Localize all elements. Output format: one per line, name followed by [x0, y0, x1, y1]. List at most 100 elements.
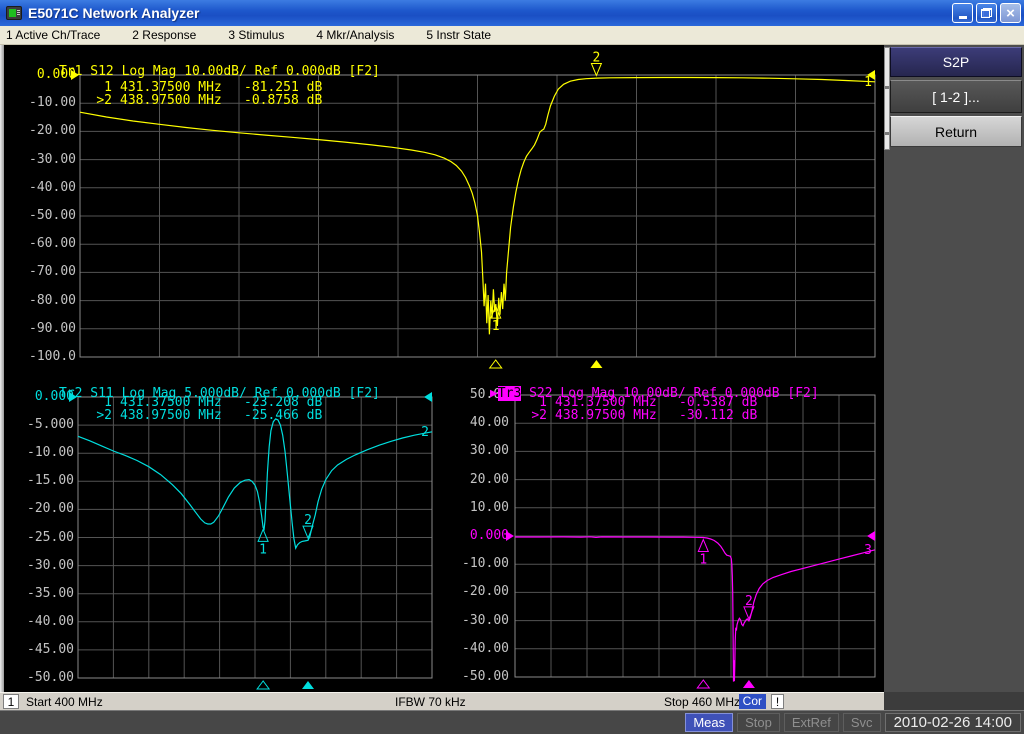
y-axis-label: 20.00 — [439, 472, 509, 487]
e5071c-window: E5071C Network Analyzer × 1 Active Ch/Tr… — [0, 0, 1024, 734]
trace-number-label: 3 — [864, 543, 872, 558]
softkey-sidebar: S2P [ 1-2 ]... Return — [884, 45, 1024, 710]
y-axis-label: -20.00 — [439, 584, 509, 599]
marker-number: >2 — [90, 94, 112, 107]
active-trace-arrow-icon: ▶ — [490, 386, 498, 401]
trace-number-label: 1 — [864, 75, 872, 90]
y-axis-label: -5.000 — [4, 417, 74, 432]
marker-2-number: 2 — [592, 51, 600, 66]
status-extref: ExtRef — [784, 713, 839, 732]
stop-frequency-label: Stop 460 MHz — [664, 695, 740, 709]
marker-readout-tr3: 1431.37500 MHz-0.5387 dB >2438.97500 MHz… — [525, 396, 757, 422]
trace3-name-active: Tr3 — [498, 386, 521, 401]
marker-1-number: 1 — [699, 553, 707, 568]
y-axis-label: -100.0 — [6, 349, 76, 364]
marker-row: >2 438.97500 MHz-0.8758 dB — [90, 94, 322, 107]
y-axis-label: -25.00 — [4, 530, 74, 545]
window-title: E5071C Network Analyzer — [28, 5, 199, 21]
ref-level-right-icon — [867, 531, 875, 541]
marker-1-stimulus-icon[interactable] — [257, 681, 269, 689]
y-axis-label: -90.00 — [6, 321, 76, 336]
trace-number-label: 2 — [421, 425, 429, 440]
restore-button[interactable] — [976, 3, 997, 23]
marker-value: -30.112 dB — [679, 409, 757, 422]
marker-readout-tr2: 1431.37500 MHz-23.208 dB >2438.97500 MHz… — [90, 396, 322, 422]
y-axis-label: -30.00 — [439, 613, 509, 628]
y-axis-label: 0.000 — [439, 528, 509, 543]
marker-readout-tr1: 1431.37500 MHz-81.251 dB >2438.97500 MHz… — [90, 81, 322, 107]
trace1-header-text: Tr1 S12 Log Mag 10.00dB/ Ref 0.000dB [F2… — [59, 64, 380, 79]
y-axis-label: -80.00 — [6, 293, 76, 308]
menu-mkr-analysis[interactable]: 4 Mkr/Analysis — [310, 28, 406, 42]
marker-1-stimulus-icon[interactable] — [697, 680, 709, 688]
y-axis-label: -40.00 — [6, 180, 76, 195]
menu-stimulus[interactable]: 3 Stimulus — [222, 28, 296, 42]
ifbw-label: IFBW 70 kHz — [395, 695, 466, 709]
marker-row: >2438.97500 MHz-25.466 dB — [90, 409, 322, 422]
instrument-taskbar: Meas Stop ExtRef Svc 2010-02-26 14:00 — [0, 710, 1024, 734]
y-axis-label: -15.00 — [4, 473, 74, 488]
marker-row: >2 438.97500 MHz-30.112 dB — [525, 409, 757, 422]
marker-2-stimulus-icon[interactable] — [590, 360, 602, 368]
alert-badge: ! — [771, 694, 784, 709]
marker-value: -25.466 dB — [244, 409, 322, 422]
start-frequency-label: Start 400 MHz — [26, 695, 103, 709]
close-icon: × — [1006, 6, 1015, 21]
softkey-s2p[interactable]: S2P — [890, 47, 1022, 77]
title-bar: E5071C Network Analyzer × — [0, 0, 1024, 26]
y-axis-label: -40.00 — [4, 614, 74, 629]
y-axis-label: -40.00 — [439, 641, 509, 656]
menu-instr-state[interactable]: 5 Instr State — [420, 28, 503, 42]
softkey-1-2[interactable]: [ 1-2 ]... — [890, 80, 1022, 113]
app-icon — [6, 6, 22, 20]
status-meas: Meas — [685, 713, 733, 732]
status-bar-filler — [884, 692, 1024, 710]
y-axis-label: -20.00 — [4, 501, 74, 516]
marker-2-number: 2 — [304, 513, 312, 528]
correction-badge: Cor — [739, 694, 766, 709]
channel-number-badge: 1 — [3, 694, 19, 709]
y-axis-label: -10.00 — [439, 556, 509, 571]
menu-bar: 1 Active Ch/Trace 2 Response 3 Stimulus … — [0, 26, 1024, 45]
y-axis-label: -70.00 — [6, 264, 76, 279]
clock: 2010-02-26 14:00 — [885, 713, 1021, 732]
marker-number: >2 — [525, 409, 547, 422]
marker-value: -0.8758 dB — [244, 94, 322, 107]
marker-2-stimulus-icon[interactable] — [302, 681, 314, 689]
minimize-icon — [959, 16, 967, 19]
status-stop: Stop — [737, 713, 780, 732]
y-axis-label: 10.00 — [439, 500, 509, 515]
close-button[interactable]: × — [1000, 3, 1021, 23]
y-axis-label: -50.00 — [6, 208, 76, 223]
y-axis-label: -35.00 — [4, 586, 74, 601]
marker-frequency: 438.97500 MHz — [555, 409, 677, 422]
analyzer-screen: 1 2 1 1 2 2 1 2 3 Tr1 S12 Log Mag 10.00dB/ Ref 0… — [0, 45, 884, 692]
softkey-return[interactable]: Return — [890, 116, 1022, 147]
y-axis-label: -10.00 — [6, 95, 76, 110]
marker-1-number: 1 — [259, 542, 267, 557]
minimize-button[interactable] — [952, 3, 973, 23]
marker-frequency: 438.97500 MHz — [120, 94, 242, 107]
y-axis-label: 40.00 — [439, 415, 509, 430]
y-axis-label: -30.00 — [4, 558, 74, 573]
menu-active-ch-trace[interactable]: 1 Active Ch/Trace — [0, 28, 112, 42]
y-axis-label: -30.00 — [6, 152, 76, 167]
stimulus-status-bar: 1 Start 400 MHz IFBW 70 kHz Stop 460 MHz… — [0, 692, 884, 710]
marker-2-stimulus-icon[interactable] — [743, 680, 755, 688]
restore-icon — [981, 8, 992, 18]
marker-frequency: 438.97500 MHz — [120, 409, 242, 422]
y-axis-label: -10.00 — [4, 445, 74, 460]
menu-response[interactable]: 2 Response — [126, 28, 208, 42]
y-axis-label: -50.00 — [439, 669, 509, 684]
marker-1-number: 1 — [492, 319, 500, 334]
y-axis-label: -60.00 — [6, 236, 76, 251]
y-axis-label: -45.00 — [4, 642, 74, 657]
marker-2-number: 2 — [745, 594, 753, 609]
status-svc: Svc — [843, 713, 881, 732]
marker-1-triangle-icon[interactable] — [258, 529, 268, 541]
marker-1-stimulus-icon[interactable] — [490, 360, 502, 368]
y-axis-label: -20.00 — [6, 123, 76, 138]
ref-level-right-icon — [424, 392, 432, 402]
y-axis-label: 30.00 — [439, 443, 509, 458]
marker-1-triangle-icon[interactable] — [698, 540, 708, 552]
